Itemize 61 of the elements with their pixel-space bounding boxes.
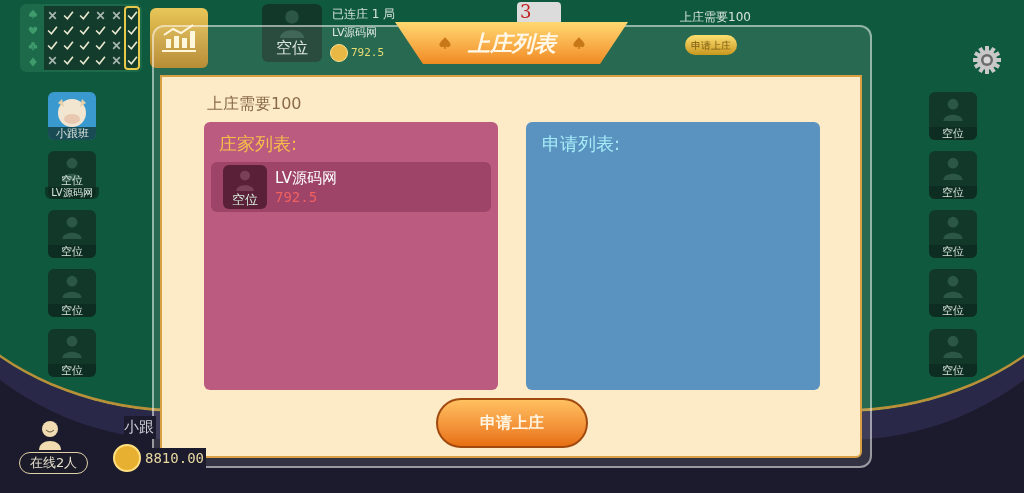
spade-icon bbox=[571, 36, 586, 50]
dialog-title: 上庄列表 bbox=[467, 29, 556, 58]
seat-label: 空位 bbox=[929, 245, 977, 258]
person-icon bbox=[60, 334, 84, 358]
seat-avatar[interactable]: 空位 bbox=[48, 210, 96, 258]
player-coins: 8810.00 bbox=[143, 448, 206, 469]
seat-avatar[interactable]: 空位 bbox=[262, 4, 322, 62]
player-name: 小跟 bbox=[124, 416, 156, 439]
seat-label: 空位 bbox=[232, 190, 258, 209]
apply-banker-button[interactable]: 申请上庄 bbox=[685, 35, 737, 55]
seat-avatar[interactable]: 空位 bbox=[929, 92, 977, 140]
person-icon bbox=[941, 156, 965, 180]
person-icon bbox=[941, 215, 965, 239]
seat-player-name: LV源码网 bbox=[45, 187, 99, 199]
spade-icon bbox=[437, 36, 452, 50]
person-icon bbox=[941, 334, 965, 358]
diamond-icon bbox=[28, 57, 38, 67]
seat-label: 空位 bbox=[276, 37, 308, 59]
banker-name: LV源码网 bbox=[332, 25, 378, 41]
seat-avatar[interactable]: 空位 bbox=[48, 329, 96, 377]
seat-label: 空位 bbox=[929, 304, 977, 317]
requirement-text: 上庄需要100 bbox=[680, 9, 751, 26]
requirement-text: 上庄需要100 bbox=[207, 93, 302, 115]
seat-avatar[interactable]: 空位 bbox=[929, 269, 977, 317]
list-title: 庄家列表: bbox=[219, 132, 298, 156]
person-icon bbox=[277, 8, 307, 38]
spade-icon bbox=[28, 9, 38, 19]
person-icon bbox=[941, 274, 965, 298]
seat-avatar[interactable]: 空位 bbox=[48, 269, 96, 317]
seat-label: 空位 bbox=[929, 186, 977, 199]
seat-label: 空位 bbox=[929, 127, 977, 140]
seat-avatar[interactable]: 空位 bbox=[929, 329, 977, 377]
seat-label: 空位 bbox=[61, 175, 83, 187]
banker-streak: 已连庄 1 局 bbox=[332, 6, 396, 23]
banker-list-row[interactable]: 空位 LV源码网 792.5 bbox=[211, 162, 491, 212]
seat-avatar[interactable]: 空位 LV源码网 bbox=[48, 151, 96, 199]
seat-label: 空位 bbox=[48, 245, 96, 258]
seat-avatar[interactable]: 空位 bbox=[929, 210, 977, 258]
banker-name: LV源码网 bbox=[275, 168, 337, 188]
seat-label: 空位 bbox=[48, 304, 96, 317]
banker-coins: 792.5 bbox=[351, 45, 385, 61]
chart-icon bbox=[161, 23, 197, 53]
playing-card: 3 bbox=[517, 2, 561, 22]
person-icon bbox=[60, 215, 84, 239]
person-icon bbox=[36, 420, 64, 450]
heart-icon bbox=[28, 25, 38, 35]
person-icon bbox=[60, 274, 84, 298]
seat-label: 小跟班 bbox=[48, 127, 96, 140]
online-count: 在线2人 bbox=[19, 452, 89, 474]
club-icon bbox=[28, 41, 38, 51]
person-icon bbox=[234, 169, 256, 191]
settings-icon[interactable] bbox=[972, 45, 1002, 75]
person-icon bbox=[941, 97, 965, 121]
seat-avatar[interactable]: 小跟班 bbox=[48, 92, 96, 140]
seat-label: 空位 bbox=[48, 364, 96, 377]
seat-label: 空位 bbox=[929, 364, 977, 377]
list-title: 申请列表: bbox=[542, 132, 621, 156]
banker-coins: 792.5 bbox=[275, 187, 319, 206]
seat-avatar[interactable]: 空位 bbox=[929, 151, 977, 199]
coin-icon bbox=[113, 444, 141, 472]
chart-button[interactable] bbox=[150, 8, 208, 68]
